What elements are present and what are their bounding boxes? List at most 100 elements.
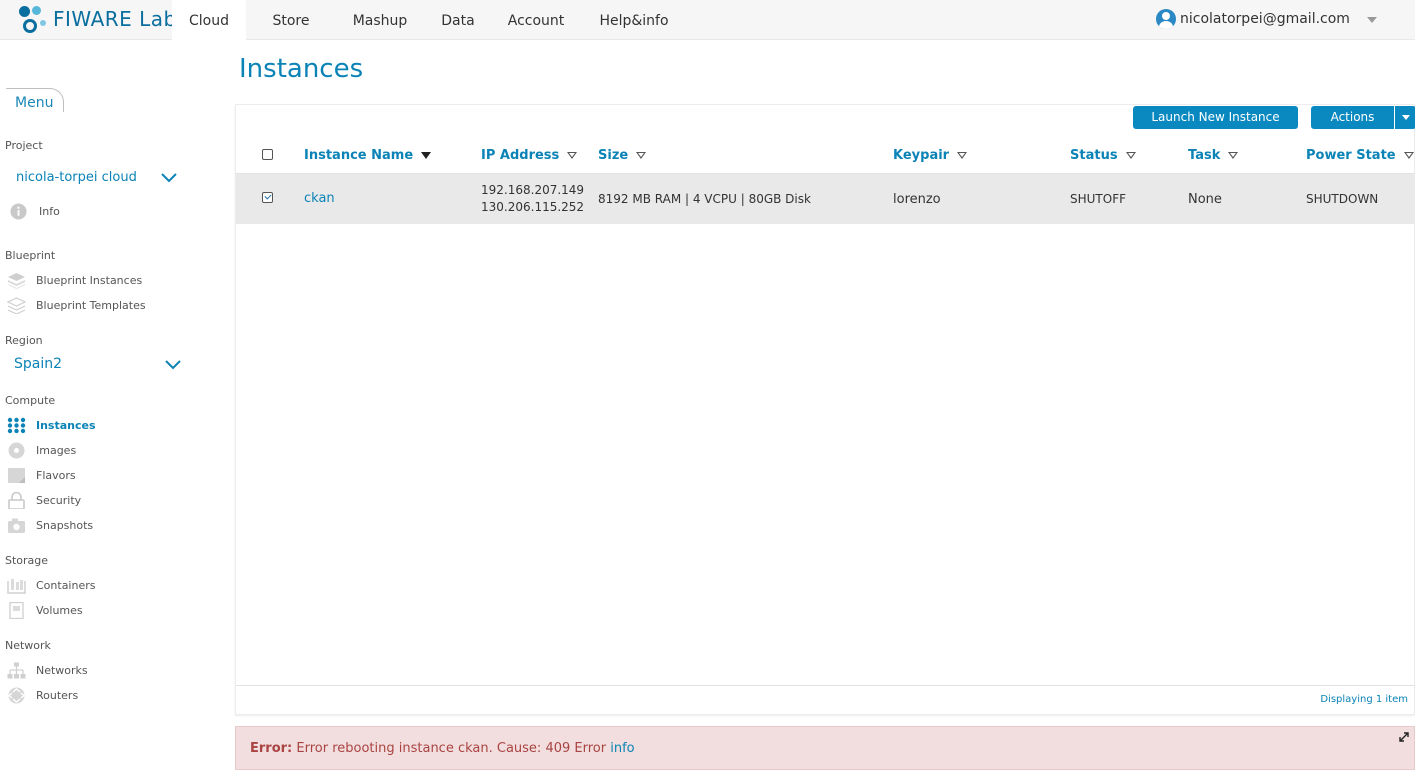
column-header-size[interactable]: Size: [598, 146, 647, 164]
sort-desc-icon: [421, 151, 432, 159]
column-header-label: Task: [1188, 147, 1221, 163]
layers-icon: [8, 272, 25, 289]
sort-icon: [1403, 151, 1414, 159]
sidebar-item-networks[interactable]: Networks: [7, 660, 88, 680]
camera-icon: [8, 518, 25, 533]
user-dropdown-caret-icon[interactable]: [1367, 17, 1377, 23]
flavor-icon: [8, 467, 25, 483]
region-select[interactable]: Spain2: [14, 356, 62, 372]
nav-mashup[interactable]: Mashup: [336, 0, 424, 40]
user-menu[interactable]: nicolatorpei@gmail.com: [1156, 8, 1350, 30]
error-message: Error rebooting instance ckan. Cause: 40…: [296, 741, 607, 756]
menu-tab[interactable]: Menu: [6, 88, 64, 112]
actions-dropdown-caret-icon[interactable]: [1395, 106, 1415, 129]
actions-button[interactable]: Actions: [1311, 106, 1394, 129]
fiware-logo[interactable]: FIWARE Lab: [17, 3, 177, 35]
sidebar-item-label: Containers: [36, 578, 96, 592]
sidebar-item-images[interactable]: Images: [7, 440, 76, 460]
sort-icon: [957, 151, 968, 159]
table-row[interactable]: ckan 192.168.207.149 130.206.115.252 819…: [236, 174, 1415, 224]
column-header-label: Power State: [1306, 147, 1396, 163]
sidebar: Menu Project nicola-torpei cloud Info Bl…: [0, 40, 222, 772]
column-header-instance-name[interactable]: Instance Name: [304, 146, 432, 164]
user-avatar-icon: [1156, 9, 1176, 29]
logo-text: FIWARE Lab: [53, 7, 177, 31]
column-header-ip-address[interactable]: IP Address: [481, 146, 578, 164]
sidebar-item-label: Instances: [36, 418, 96, 432]
sort-icon: [567, 151, 578, 159]
nav-data[interactable]: Data: [430, 0, 486, 40]
lock-icon: [8, 491, 25, 509]
project-section-label: Project: [5, 139, 43, 152]
instances-table-panel: Launch New Instance Actions Instance Nam…: [235, 104, 1415, 715]
layers-outline-icon: [7, 296, 26, 314]
project-chevron-down-icon[interactable]: [161, 173, 177, 183]
instance-power-state: SHUTDOWN: [1306, 192, 1379, 206]
sort-icon: [1125, 151, 1136, 159]
region-chevron-down-icon[interactable]: [165, 360, 181, 370]
column-header-label: Status: [1070, 147, 1118, 163]
sort-icon: [1228, 151, 1239, 159]
network-icon: [7, 662, 26, 678]
top-navbar: FIWARE Lab Cloud Store Mashup Data Accou…: [0, 0, 1415, 40]
sidebar-item-label: Security: [36, 493, 82, 507]
grid-dots-icon: [7, 417, 26, 433]
sidebar-item-instances[interactable]: Instances: [7, 415, 96, 435]
info-icon: [10, 202, 27, 220]
project-select[interactable]: nicola-torpei cloud: [16, 170, 137, 185]
column-header-power-state[interactable]: Power State: [1306, 146, 1414, 164]
column-header-label: Instance Name: [304, 147, 414, 163]
user-email: nicolatorpei@gmail.com: [1180, 11, 1350, 27]
sidebar-item-routers[interactable]: Routers: [7, 685, 78, 705]
sidebar-item-info[interactable]: Info: [10, 201, 60, 221]
blueprint-section-label: Blueprint: [5, 249, 56, 262]
volume-icon: [9, 601, 24, 619]
expand-icon[interactable]: [1398, 731, 1410, 743]
sort-icon: [636, 151, 647, 159]
sidebar-item-label: Blueprint Instances: [36, 273, 143, 287]
instance-size: 8192 MB RAM | 4 VCPU | 80GB Disk: [598, 192, 811, 206]
instance-name-link[interactable]: ckan: [304, 191, 335, 206]
column-header-status[interactable]: Status: [1070, 146, 1136, 164]
sidebar-item-security[interactable]: Security: [7, 490, 81, 510]
container-icon: [7, 578, 26, 594]
launch-new-instance-button[interactable]: Launch New Instance: [1133, 106, 1298, 129]
sidebar-item-blueprint-instances[interactable]: Blueprint Instances: [7, 270, 142, 290]
column-header-label: Size: [598, 147, 629, 163]
instance-task: None: [1188, 192, 1222, 207]
sidebar-item-blueprint-templates[interactable]: Blueprint Templates: [7, 295, 146, 315]
sidebar-item-flavors[interactable]: Flavors: [7, 465, 76, 485]
sidebar-item-label: Routers: [36, 688, 79, 702]
sidebar-item-info-label: Info: [39, 204, 60, 218]
sidebar-item-label: Networks: [36, 663, 88, 677]
nav-account[interactable]: Account: [492, 0, 580, 40]
region-section-label: Region: [5, 334, 43, 347]
column-header-label: IP Address: [481, 147, 560, 163]
disc-icon: [8, 442, 25, 458]
sidebar-item-containers[interactable]: Containers: [7, 575, 96, 595]
logo-dots-icon: [17, 4, 47, 34]
error-prefix: Error:: [250, 741, 293, 756]
sidebar-item-label: Blueprint Templates: [36, 298, 146, 312]
select-all-checkbox[interactable]: [262, 149, 273, 160]
page-title: Instances: [239, 54, 364, 84]
nav-cloud[interactable]: Cloud: [172, 0, 246, 40]
column-header-keypair[interactable]: Keypair: [893, 146, 968, 164]
error-info-link[interactable]: info: [610, 741, 634, 756]
column-header-task[interactable]: Task: [1188, 146, 1239, 164]
nav-help-info[interactable]: Help&info: [586, 0, 682, 40]
router-icon: [7, 687, 26, 703]
item-count: Displaying 1 item: [1320, 694, 1408, 705]
compute-section-label: Compute: [5, 394, 56, 407]
row-checkbox[interactable]: [262, 192, 273, 203]
nav-store[interactable]: Store: [252, 0, 330, 40]
sidebar-item-volumes[interactable]: Volumes: [7, 600, 83, 620]
sidebar-item-label: Flavors: [36, 468, 76, 482]
sidebar-item-label: Volumes: [36, 603, 83, 617]
sidebar-item-snapshots[interactable]: Snapshots: [7, 515, 93, 535]
main-nav: Cloud Store Mashup Data Account Help&inf…: [172, 0, 682, 40]
sidebar-item-label: Images: [36, 443, 77, 457]
ip-address-public: 130.206.115.252: [481, 200, 585, 214]
ip-address-private: 192.168.207.149: [481, 183, 585, 197]
storage-section-label: Storage: [5, 554, 49, 567]
